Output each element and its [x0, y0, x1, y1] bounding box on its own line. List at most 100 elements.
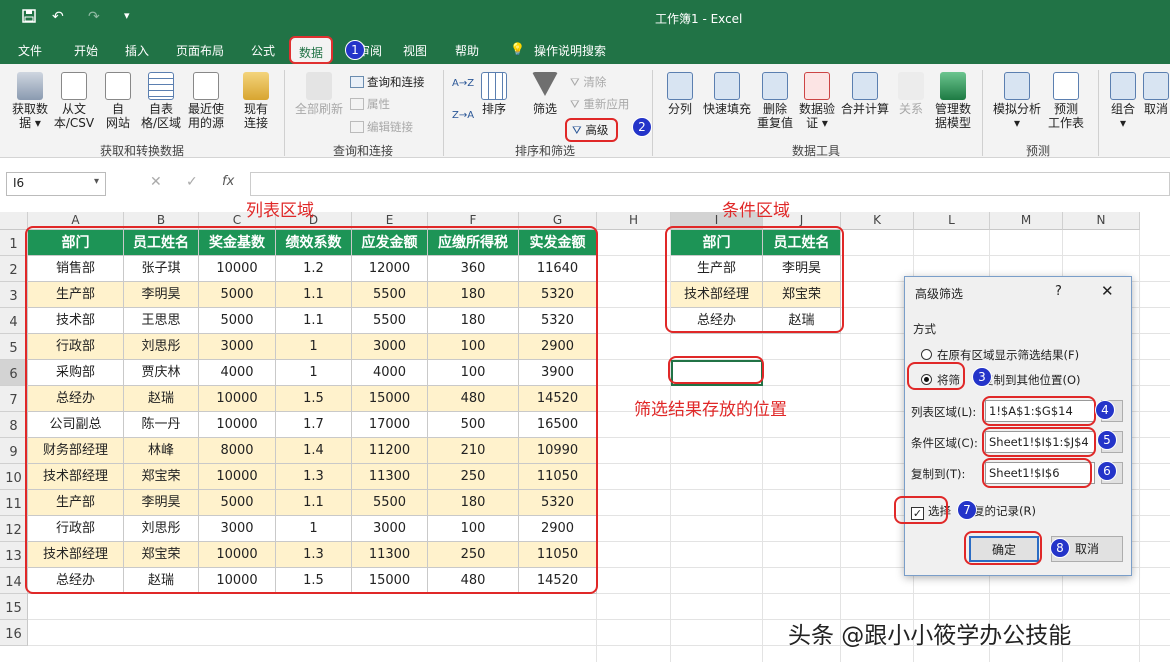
- column-header-H[interactable]: H: [597, 212, 671, 230]
- column-header-K[interactable]: K: [841, 212, 914, 230]
- clear-filter-button[interactable]: ⛛ 清除: [570, 74, 606, 90]
- row-header-12[interactable]: 12: [0, 516, 28, 542]
- split-icon: [667, 72, 693, 100]
- step-badge-1: 1: [345, 40, 365, 60]
- list-range-label: 列表区域: [246, 201, 314, 221]
- save-icon[interactable]: [22, 9, 36, 27]
- row-header-14[interactable]: 14: [0, 568, 28, 594]
- cancel-entry-icon[interactable]: ✕: [150, 174, 162, 190]
- relationships-button[interactable]: 关系: [895, 72, 927, 116]
- customize-qat-icon[interactable]: ▾: [124, 9, 130, 22]
- row-header-2[interactable]: 2: [0, 256, 28, 282]
- tab-view[interactable]: 视图: [403, 42, 427, 59]
- tab-home[interactable]: 开始: [74, 42, 98, 59]
- column-header-M[interactable]: M: [990, 212, 1063, 230]
- radio-filter-in-place[interactable]: 在原有区域显示筛选结果(F): [921, 347, 1079, 363]
- tab-data[interactable]: 数据: [289, 36, 334, 64]
- row-header-1[interactable]: 1: [0, 230, 28, 256]
- step-badge-8: 8: [1050, 538, 1070, 558]
- what-if-button[interactable]: 模拟分析 ▾: [990, 72, 1044, 130]
- tab-help[interactable]: 帮助: [455, 42, 479, 59]
- insert-function-icon[interactable]: fx: [222, 174, 234, 189]
- forecast-sheet-button[interactable]: 预测 工作表: [1044, 72, 1088, 130]
- undo-icon[interactable]: ↶: [52, 9, 64, 25]
- properties-button[interactable]: 属性: [350, 96, 390, 112]
- edit-links-button[interactable]: 编辑链接: [350, 119, 413, 135]
- from-table-button[interactable]: 自表 格/区域: [138, 72, 184, 130]
- sort-descending-button[interactable]: Z→A: [452, 110, 474, 121]
- what-if-icon: [1004, 72, 1030, 100]
- recent-sources-button[interactable]: 最近使 用的源: [184, 72, 228, 130]
- text-to-columns-button[interactable]: 分列: [664, 72, 696, 116]
- tab-page-layout[interactable]: 页面布局: [176, 42, 224, 59]
- column-header-L[interactable]: L: [914, 212, 990, 230]
- row-header-9[interactable]: 9: [0, 438, 28, 464]
- row-header-16[interactable]: 16: [0, 620, 28, 646]
- from-web-button[interactable]: 自 网站: [98, 72, 138, 130]
- table-icon: [148, 72, 174, 100]
- close-icon[interactable]: ✕: [1101, 282, 1114, 300]
- formula-input[interactable]: [250, 172, 1170, 196]
- name-box-dropdown-icon[interactable]: ▾: [94, 176, 99, 187]
- row-header-8[interactable]: 8: [0, 412, 28, 438]
- tell-me-search[interactable]: 操作说明搜索: [534, 42, 606, 59]
- remove-duplicates-button[interactable]: 删除 重复值: [756, 72, 794, 130]
- advanced-filter-button[interactable]: ⛛ 高级: [565, 118, 619, 142]
- name-box[interactable]: I6: [6, 172, 106, 196]
- group-label-queries: 查询和连接: [333, 144, 394, 158]
- properties-icon: [350, 98, 364, 110]
- criteria-range-label: 条件区域: [722, 201, 790, 221]
- list-range-input-highlight: [982, 396, 1096, 426]
- output-location-label: 筛选结果存放的位置: [634, 400, 787, 420]
- sort-button[interactable]: 排序: [478, 72, 510, 116]
- reapply-icon: ⛛: [570, 97, 584, 111]
- group-label-forecast: 预测: [1026, 144, 1051, 158]
- flash-fill-button[interactable]: 快速填充: [700, 72, 754, 116]
- sort-icon: [481, 72, 507, 100]
- sort-ascending-button[interactable]: A→Z: [452, 78, 474, 89]
- action-section-label: 方式: [913, 322, 936, 336]
- ribbon-tabs: 文件 开始 插入 页面布局 公式 数据 审阅 视图 帮助 💡 操作说明搜索: [0, 36, 1170, 64]
- existing-connections-button[interactable]: 现有 连接: [236, 72, 276, 130]
- row-header-13[interactable]: 13: [0, 542, 28, 568]
- group-icon: [1110, 72, 1136, 100]
- redo-icon[interactable]: ↷: [88, 9, 100, 25]
- row-header-7[interactable]: 7: [0, 386, 28, 412]
- queries-icon: [350, 76, 364, 88]
- column-header-N[interactable]: N: [1063, 212, 1140, 230]
- row-header-10[interactable]: 10: [0, 464, 28, 490]
- row-header-15[interactable]: 15: [0, 594, 28, 620]
- queries-connections-button[interactable]: 查询和连接: [350, 74, 425, 90]
- group-button[interactable]: 组合 ▾: [1106, 72, 1140, 130]
- dialog-title: 高级筛选: [915, 287, 964, 301]
- refresh-all-button[interactable]: 全部刷新: [292, 72, 346, 116]
- get-data-button[interactable]: 获取数 据 ▾: [8, 72, 52, 130]
- row-header-3[interactable]: 3: [0, 282, 28, 308]
- reapply-button[interactable]: ⛛ 重新应用: [570, 96, 629, 112]
- tab-insert[interactable]: 插入: [125, 42, 149, 59]
- criteria-range-label: 条件区域(C):: [911, 436, 978, 450]
- row-header-11[interactable]: 11: [0, 490, 28, 516]
- lightbulb-icon: 💡: [510, 42, 525, 56]
- filter-funnel-icon: [532, 72, 558, 96]
- enter-entry-icon[interactable]: ✓: [186, 174, 198, 190]
- web-icon: [105, 72, 131, 100]
- filter-button[interactable]: 筛选: [528, 72, 562, 116]
- help-icon[interactable]: ?: [1055, 284, 1062, 299]
- select-all-corner[interactable]: [0, 212, 28, 230]
- forecast-chart-icon: [1053, 72, 1079, 100]
- data-model-button[interactable]: 管理数 据模型: [932, 72, 974, 130]
- tab-formulas[interactable]: 公式: [251, 42, 275, 59]
- ungroup-button[interactable]: 取消: [1142, 72, 1170, 116]
- row-header-6[interactable]: 6: [0, 360, 28, 386]
- group-label-sort-filter: 排序和筛选: [515, 144, 576, 158]
- data-validation-button[interactable]: 数据验 证 ▾: [797, 72, 837, 130]
- from-csv-button[interactable]: 从文 本/CSV: [52, 72, 96, 130]
- ungroup-icon: [1143, 72, 1169, 100]
- consolidate-button[interactable]: 合并计算: [838, 72, 892, 116]
- text-file-icon: [61, 72, 87, 100]
- row-header-4[interactable]: 4: [0, 308, 28, 334]
- tab-file[interactable]: 文件: [18, 42, 42, 59]
- row-header-5[interactable]: 5: [0, 334, 28, 360]
- radio-icon: [921, 349, 932, 360]
